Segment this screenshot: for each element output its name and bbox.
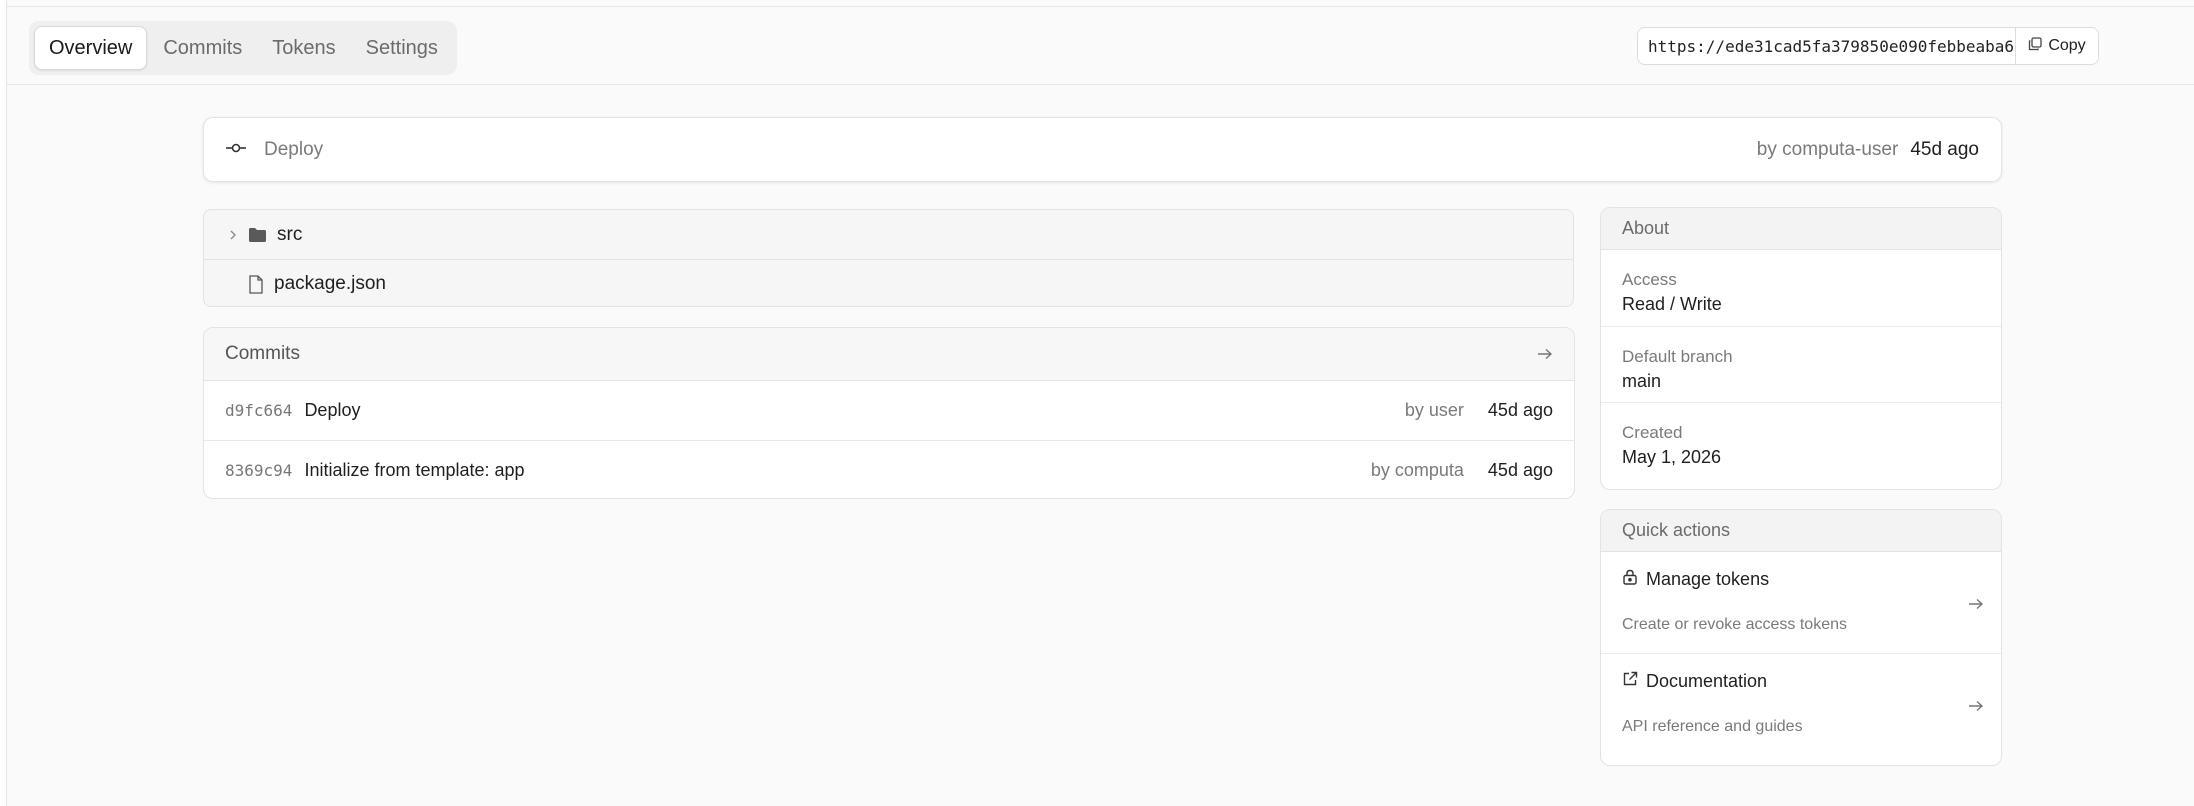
- external-link-icon: [1622, 671, 1638, 692]
- file-name: package.json: [274, 273, 386, 294]
- copy-button[interactable]: Copy: [2015, 28, 2098, 64]
- quick-action-title: Documentation: [1646, 671, 1768, 691]
- arrow-right-icon: [1968, 696, 1984, 717]
- about-value: main: [1622, 371, 1662, 391]
- quick-action-documentation[interactable]: Documentation API reference and guides: [1601, 653, 2001, 754]
- quick-actions-panel: Quick actions Manage tokens Create or re…: [1600, 509, 2002, 766]
- commits-panel: Commits d9fc664 Deploy by user 45d ago 8…: [203, 327, 1575, 499]
- commit-author: by computa: [1370, 459, 1464, 480]
- about-label: Created: [1622, 423, 1683, 442]
- commit-row[interactable]: 8369c94 Initialize from template: app by…: [204, 440, 1574, 498]
- about-panel: About Access Read / Write Default branch…: [1600, 207, 2002, 490]
- quick-actions-title: Quick actions: [1601, 510, 2001, 552]
- file-icon: [248, 274, 264, 294]
- tab-bar: Overview Commits Tokens Settings: [29, 21, 457, 75]
- file-name: src: [277, 223, 303, 245]
- commit-message: Initialize from template: app: [304, 459, 525, 480]
- latest-commit-bar[interactable]: Deploy by computa-user 45d ago: [203, 117, 2002, 182]
- tab-settings[interactable]: Settings: [352, 26, 452, 70]
- about-default-branch: Default branch main: [1601, 326, 2001, 402]
- commit-sha: d9fc664: [225, 401, 293, 420]
- repo-url-box: https://ede31cad5fa379850e090febbeaba602…: [1637, 27, 2099, 65]
- file-tree-item-package-json[interactable]: package.json: [204, 259, 1573, 306]
- top-border: [0, 0, 2194, 7]
- commits-title: Commits: [225, 343, 300, 364]
- commit-icon: [226, 141, 246, 159]
- file-tree: src package.json: [203, 209, 1574, 307]
- commit-author: by user: [1404, 400, 1464, 420]
- folder-icon: [248, 227, 267, 243]
- tab-commits[interactable]: Commits: [149, 26, 256, 70]
- commit-message: Deploy: [304, 400, 361, 420]
- page-header: Overview Commits Tokens Settings https:/…: [7, 7, 2194, 85]
- about-label: Access: [1622, 270, 1677, 289]
- latest-commit-meta: by computa-user 45d ago: [1757, 139, 1979, 161]
- arrow-right-icon: [1968, 594, 1984, 615]
- file-tree-item-src[interactable]: src: [204, 210, 1573, 259]
- about-value: Read / Write: [1622, 294, 1722, 314]
- tab-tokens[interactable]: Tokens: [258, 26, 349, 70]
- commits-header[interactable]: Commits: [204, 328, 1574, 381]
- quick-action-desc: Create or revoke access tokens: [1622, 616, 1847, 633]
- latest-commit-message: Deploy: [264, 138, 324, 160]
- left-border: [0, 0, 7, 806]
- quick-action-desc: API reference and guides: [1622, 718, 1803, 735]
- lock-icon: [1622, 569, 1638, 590]
- about-created: Created May 1, 2026: [1601, 402, 2001, 478]
- chevron-right-icon[interactable]: [224, 229, 242, 241]
- arrow-right-icon[interactable]: [1537, 344, 1553, 365]
- commit-row[interactable]: d9fc664 Deploy by user 45d ago: [204, 381, 1574, 440]
- about-value: May 1, 2026: [1622, 447, 1722, 467]
- about-access: Access Read / Write: [1601, 250, 2001, 326]
- commit-time: 45d ago: [1487, 400, 1553, 420]
- copy-button-label: Copy: [2048, 37, 2086, 54]
- latest-commit-time: 45d ago: [1910, 138, 1979, 160]
- commit-time: 45d ago: [1487, 459, 1553, 480]
- repo-url-text[interactable]: https://ede31cad5fa379850e090febbeaba602…: [1638, 28, 2015, 64]
- quick-action-title: Manage tokens: [1646, 569, 1770, 589]
- quick-action-manage-tokens[interactable]: Manage tokens Create or revoke access to…: [1601, 552, 2001, 653]
- about-label: Default branch: [1622, 347, 1733, 366]
- copy-icon: [2028, 36, 2042, 56]
- tab-overview[interactable]: Overview: [34, 26, 148, 70]
- latest-commit-author: by computa-user: [1756, 138, 1899, 160]
- about-title: About: [1601, 208, 2001, 250]
- commit-sha: 8369c94: [225, 460, 293, 480]
